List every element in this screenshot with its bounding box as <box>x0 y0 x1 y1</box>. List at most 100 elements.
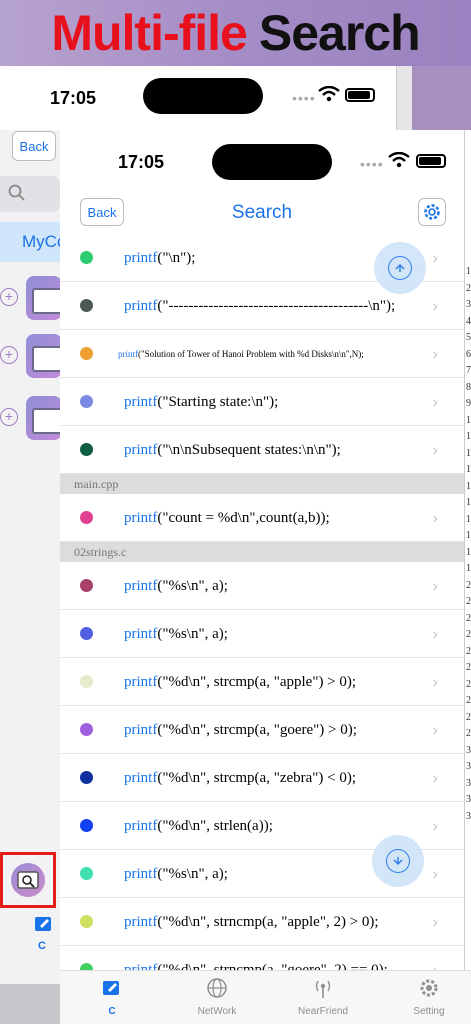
code-remainder: ("Solution of Tower of Hanoi Problem wit… <box>138 349 364 359</box>
search-screen: 17:05 •••• Back Search printf("\n"); › pri… <box>60 130 471 1024</box>
line-number: 1 <box>466 563 471 574</box>
line-number: 2 <box>466 282 471 294</box>
code-line: printf("--------------------------------… <box>124 282 395 330</box>
code-remainder: ("%d\n", strcmp(a, "zebra") < 0); <box>157 770 357 786</box>
code-remainder: ("%s\n", a); <box>157 578 228 594</box>
nav-bar: Back Search <box>60 194 471 234</box>
tab-nearfriend[interactable]: NearFriend <box>283 977 363 1017</box>
search-field-behind[interactable] <box>0 176 60 212</box>
matched-keyword: printf <box>124 626 158 642</box>
line-number: 6 <box>466 348 471 360</box>
matched-keyword: printf <box>124 394 158 410</box>
line-number: 2 <box>466 596 471 607</box>
line-number: 8 <box>466 381 471 393</box>
line-number: 1 <box>466 546 471 558</box>
result-row[interactable]: printf("%d\n", strcmp(a, "goere") > 0); › <box>60 706 464 754</box>
back-button-behind[interactable]: Back <box>12 131 56 161</box>
chevron-right-icon: › <box>432 914 438 931</box>
wifi-icon <box>318 86 340 102</box>
code-remainder: ("Starting state:\n"); <box>157 394 279 410</box>
matched-keyword: printf <box>124 298 158 314</box>
dynamic-island <box>212 144 332 180</box>
matched-keyword: printf <box>118 349 138 359</box>
scroll-top-button[interactable] <box>374 242 426 294</box>
result-row[interactable]: printf("count = %d\n",count(a,b)); › <box>60 494 464 542</box>
line-number-strip: 1 2 3 4 5 6 7 8 9 1 1 1 1 1 1 1 1 1 1 2 2 2 2 2 2 2 2 2 2 3 3 3 3 3 <box>464 130 471 1024</box>
result-row[interactable]: printf("%d\n", strcmp(a, "zebra") < 0); › <box>60 754 464 802</box>
promo-banner: Multi-file Search <box>0 0 471 66</box>
matched-keyword: printf <box>124 250 158 266</box>
line-number: 2 <box>466 579 471 591</box>
tab-setting[interactable]: Setting <box>389 977 469 1017</box>
back-status-bar: 17:05 •••• <box>0 66 412 132</box>
arrow-up-icon <box>388 256 412 280</box>
line-number: 2 <box>466 678 471 690</box>
color-dot <box>80 771 93 784</box>
matched-keyword: printf <box>124 770 158 786</box>
result-row[interactable]: printf("%d\n", strcmp(a, "apple") > 0); › <box>60 658 464 706</box>
add-circle-icon[interactable]: + <box>0 346 18 364</box>
search-icon <box>8 184 25 201</box>
code-line: printf("%s\n", a); <box>124 610 228 658</box>
color-dot <box>80 395 93 408</box>
chevron-right-icon: › <box>432 626 438 643</box>
line-number: 1 <box>466 513 471 525</box>
chevron-right-icon: › <box>432 722 438 739</box>
chevron-right-icon: › <box>432 250 438 267</box>
banner-title-part1: Multi-file <box>51 5 248 61</box>
add-circle-icon[interactable]: + <box>0 288 18 306</box>
result-row[interactable]: printf("\n\nSubsequent states:\n\n"); › <box>60 426 464 474</box>
search-folder-icon <box>11 863 45 897</box>
result-row[interactable]: printf("Solution of Tower of Hanoi Probl… <box>60 330 464 378</box>
multi-file-search-button[interactable] <box>0 852 56 908</box>
color-dot <box>80 627 93 640</box>
code-remainder: ("\n\nSubsequent states:\n\n"); <box>157 442 341 458</box>
code-edit-icon[interactable] <box>34 914 54 934</box>
folder-row[interactable]: + <box>0 392 66 444</box>
tab-label: C <box>108 1006 116 1017</box>
signal-dots-icon: •••• <box>292 90 316 106</box>
page-title: Search <box>231 202 293 223</box>
code-remainder: ("%d\n", strcmp(a, "goere") > 0); <box>157 722 357 738</box>
line-number: 1 <box>466 447 471 459</box>
chevron-right-icon: › <box>432 866 438 883</box>
line-number: 9 <box>466 398 471 409</box>
result-row[interactable]: printf("%d\n", strncmp(a, "apple", 2) > … <box>60 898 464 946</box>
line-number: 2 <box>466 711 471 723</box>
code-line: printf("%d\n", strcmp(a, "apple") > 0); <box>124 658 356 706</box>
back-tab-label: C <box>38 940 46 952</box>
chevron-right-icon: › <box>432 674 438 691</box>
line-number: 2 <box>466 728 471 739</box>
line-number: 3 <box>466 299 471 310</box>
tab-c[interactable]: C <box>72 977 152 1017</box>
color-dot <box>80 915 93 928</box>
code-remainder: ("\n"); <box>157 250 196 266</box>
myco-tab[interactable]: MyCo <box>0 222 60 262</box>
folder-row[interactable]: + <box>0 330 66 382</box>
scroll-bottom-button[interactable] <box>372 835 424 887</box>
code-line: printf("%d\n", strcmp(a, "goere") > 0); <box>124 706 357 754</box>
chevron-right-icon: › <box>432 510 438 527</box>
code-line: printf("%s\n", a); <box>124 562 228 610</box>
file-section-header: 02strings.c <box>60 542 464 562</box>
folder-icon <box>26 276 66 320</box>
chevron-right-icon: › <box>432 442 438 459</box>
line-number: 1 <box>466 497 471 508</box>
settings-button[interactable] <box>418 198 446 226</box>
tab-network[interactable]: NetWork <box>177 977 257 1017</box>
result-row[interactable]: printf("%s\n", a); › <box>60 610 464 658</box>
code-line: printf("Solution of Tower of Hanoi Probl… <box>118 330 364 378</box>
line-number: 2 <box>466 695 471 706</box>
result-row[interactable]: printf("%s\n", a); › <box>60 562 464 610</box>
code-line: printf("%d\n", strncmp(a, "apple", 2) > … <box>124 898 379 946</box>
chevron-right-icon: › <box>432 578 438 595</box>
result-row[interactable]: printf("Starting state:\n"); › <box>60 378 464 426</box>
code-remainder: ("%s\n", a); <box>157 626 228 642</box>
code-line: printf("\n"); <box>124 234 195 282</box>
globe-icon <box>206 978 228 1003</box>
folder-row[interactable]: + <box>0 272 66 324</box>
chevron-right-icon: › <box>432 770 438 787</box>
matched-keyword: printf <box>124 914 158 930</box>
add-circle-icon[interactable]: + <box>0 408 18 426</box>
chevron-right-icon: › <box>432 394 438 411</box>
